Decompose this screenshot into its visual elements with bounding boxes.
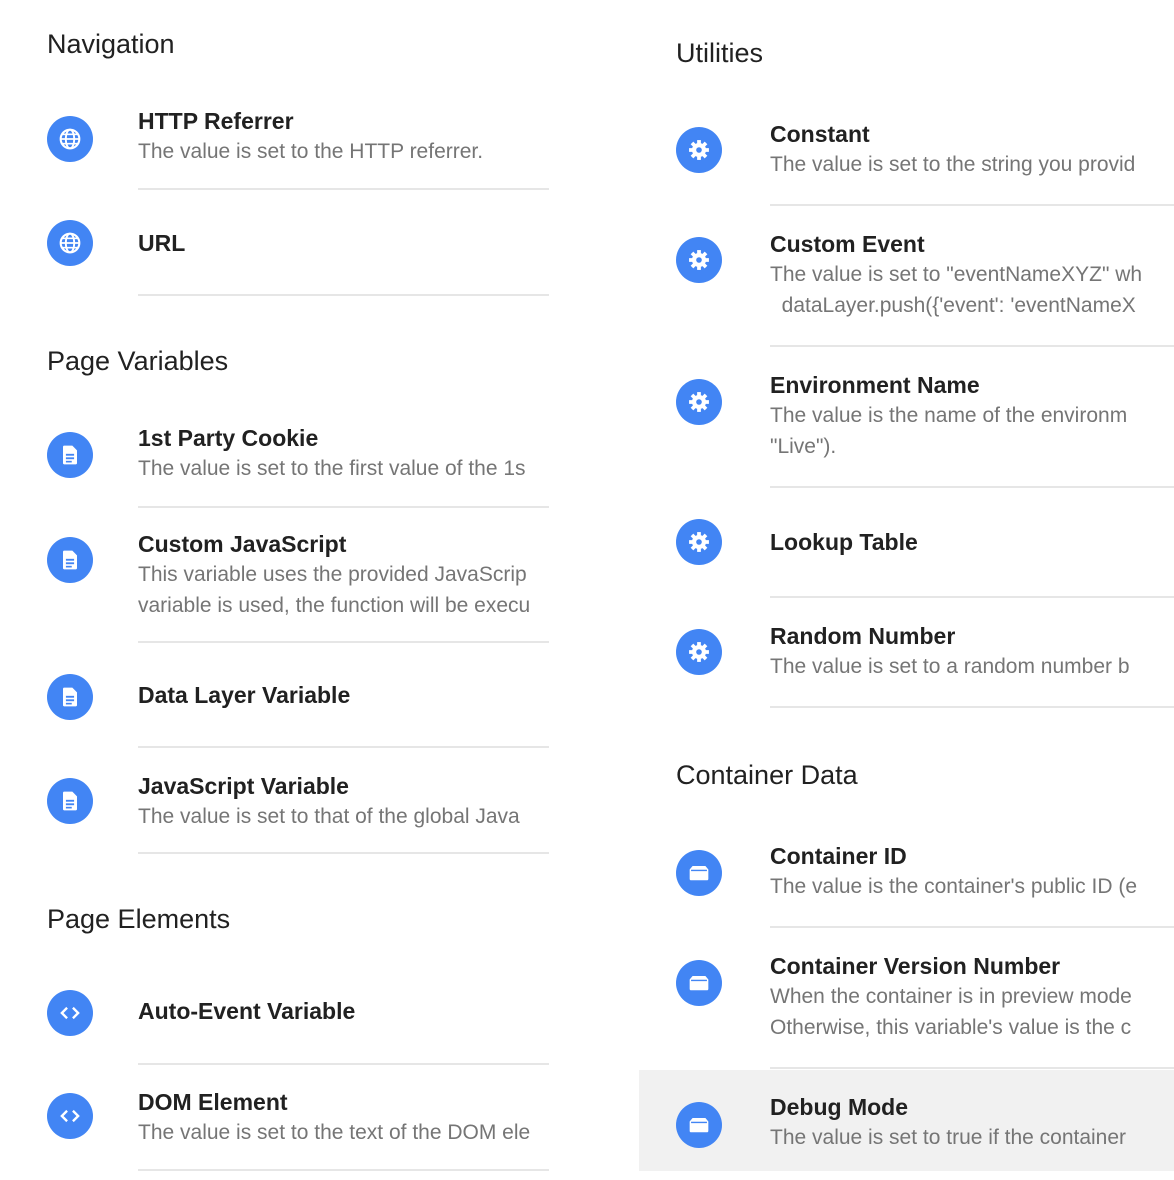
divider — [138, 641, 549, 643]
item-text: Auto-Event Variable — [138, 996, 549, 1026]
item-text: URL — [138, 228, 549, 258]
variable-item-debug-mode[interactable]: Debug Mode The value is set to true if t… — [639, 1070, 1174, 1171]
variable-item-random-number[interactable]: Random Number The value is set to a rand… — [639, 598, 1174, 710]
item-title: Data Layer Variable — [138, 682, 351, 708]
variable-item-auto-event-variable[interactable]: Auto-Event Variable — [0, 962, 549, 1066]
item-text: Data Layer Variable — [138, 680, 549, 710]
variable-item-url[interactable]: URL — [0, 190, 549, 296]
section-title-utilities: Utilities — [676, 38, 764, 68]
item-text: HTTP Referrer The value is set to the HT… — [138, 106, 549, 167]
document-icon — [47, 778, 93, 824]
item-title: Auto-Event Variable — [138, 998, 356, 1024]
section-title-page-variables: Page Variables — [47, 346, 229, 376]
divider — [138, 746, 549, 748]
item-description: This variable uses the provided JavaScri… — [138, 563, 527, 586]
gear-icon — [676, 629, 722, 675]
section-title-page-elements: Page Elements — [47, 904, 231, 934]
divider — [770, 1067, 1174, 1069]
variable-item-http-referrer[interactable]: HTTP Referrer The value is set to the HT… — [0, 102, 549, 190]
section-title-navigation: Navigation — [47, 29, 175, 59]
container-icon — [676, 960, 722, 1006]
section-title-container-data: Container Data — [676, 760, 858, 790]
item-description-line-2: Otherwise, this variable's value is the … — [770, 1016, 1132, 1039]
item-text: Environment Name The value is the name o… — [770, 370, 1174, 462]
globe-icon — [47, 220, 93, 266]
divider — [138, 852, 549, 854]
variable-item-container-id[interactable]: Container ID The value is the container'… — [639, 822, 1174, 928]
variable-item-javascript-variable[interactable]: JavaScript Variable The value is set to … — [0, 750, 549, 856]
variable-item-constant[interactable]: Constant The value is set to the string … — [639, 98, 1174, 206]
item-text: 1st Party Cookie The value is set to the… — [138, 423, 549, 484]
item-description-line-2: dataLayer.push({'event': 'eventNameX — [770, 294, 1136, 317]
code-icon — [47, 1093, 93, 1139]
item-text: Constant The value is set to the string … — [770, 119, 1174, 180]
item-description: The value is set to that of the global J… — [138, 805, 520, 828]
document-icon — [47, 537, 93, 583]
item-title: URL — [138, 230, 186, 256]
item-title: Custom Event — [770, 231, 925, 257]
item-text: Container ID The value is the container'… — [770, 841, 1174, 902]
item-title: Environment Name — [770, 372, 980, 398]
item-text: Container Version Number When the contai… — [770, 951, 1174, 1043]
gear-icon — [676, 127, 722, 173]
item-description: The value is set to a random number b — [770, 655, 1130, 678]
container-icon — [676, 1102, 722, 1148]
gear-icon — [676, 519, 722, 565]
variable-item-container-version-number[interactable]: Container Version Number When the contai… — [639, 928, 1174, 1070]
document-icon — [47, 432, 93, 478]
gear-icon — [676, 379, 722, 425]
item-description: The value is set to "eventNameXYZ" wh — [770, 263, 1143, 286]
item-description: The value is set to the HTTP referrer. — [138, 140, 484, 163]
variable-item-1st-party-cookie[interactable]: 1st Party Cookie The value is set to the… — [0, 420, 549, 508]
item-title: Constant — [770, 121, 870, 147]
item-description: The value is set to the string you provi… — [770, 153, 1136, 176]
container-icon — [676, 850, 722, 896]
variable-item-custom-javascript[interactable]: Custom JavaScript This variable uses the… — [0, 508, 549, 644]
globe-icon — [47, 116, 93, 162]
code-icon — [47, 990, 93, 1036]
variable-item-custom-event[interactable]: Custom Event The value is set to "eventN… — [639, 206, 1174, 348]
variable-item-lookup-table[interactable]: Lookup Table — [639, 488, 1174, 598]
item-description: The value is set to true if the containe… — [770, 1126, 1127, 1149]
item-title: Container ID — [770, 843, 907, 869]
item-text: Custom JavaScript This variable uses the… — [138, 529, 549, 621]
item-description: The value is set to the first value of t… — [138, 457, 526, 480]
item-text: Lookup Table — [770, 527, 1174, 557]
item-title: HTTP Referrer — [138, 108, 294, 134]
item-title: Container Version Number — [770, 953, 1061, 979]
gear-icon — [676, 237, 722, 283]
item-text: Custom Event The value is set to "eventN… — [770, 229, 1174, 321]
item-description: When the container is in preview mode — [770, 985, 1132, 1008]
divider — [770, 345, 1174, 347]
item-text: Random Number The value is set to a rand… — [770, 621, 1174, 682]
variable-item-data-layer-variable[interactable]: Data Layer Variable — [0, 644, 549, 750]
divider — [138, 1063, 549, 1065]
divider — [138, 1169, 549, 1171]
item-description: The value is the name of the environm — [770, 404, 1128, 427]
document-icon — [47, 674, 93, 720]
item-title: JavaScript Variable — [138, 773, 349, 799]
item-description-line-2: variable is used, the function will be e… — [138, 594, 531, 617]
item-text: Debug Mode The value is set to true if t… — [770, 1092, 1174, 1153]
variable-item-dom-element[interactable]: DOM Element The value is set to the text… — [0, 1066, 549, 1174]
item-title: 1st Party Cookie — [138, 425, 319, 451]
item-description: The value is the container's public ID (… — [770, 875, 1138, 898]
item-text: DOM Element The value is set to the text… — [138, 1087, 549, 1148]
variable-item-environment-name[interactable]: Environment Name The value is the name o… — [639, 348, 1174, 488]
item-title: Debug Mode — [770, 1094, 908, 1120]
item-text: JavaScript Variable The value is set to … — [138, 771, 549, 832]
divider — [770, 706, 1174, 708]
item-title: Lookup Table — [770, 529, 918, 555]
item-title: Custom JavaScript — [138, 531, 347, 557]
item-title: Random Number — [770, 623, 956, 649]
divider — [138, 294, 549, 296]
item-title: DOM Element — [138, 1089, 288, 1115]
item-description-line-2: "Live"). — [770, 435, 837, 458]
item-description: The value is set to the text of the DOM … — [138, 1121, 531, 1144]
